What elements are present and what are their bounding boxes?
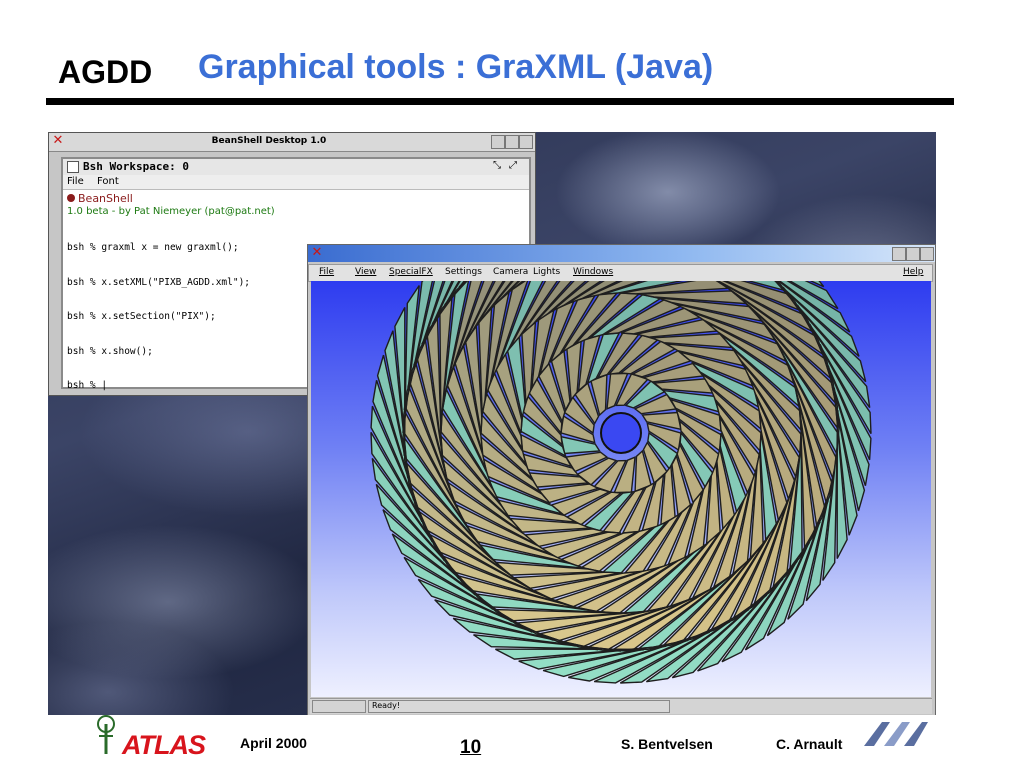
iconify-icon[interactable]: ⤡ xyxy=(493,160,501,171)
desktop-screenshot: ✕ BeanShell Desktop 1.0 Bsh Workspace: 0… xyxy=(48,132,936,715)
console-line: bsh % x.setXML("PIXB_AGDD.xml"); xyxy=(67,276,251,288)
lal-logo xyxy=(864,722,928,746)
bean-icon xyxy=(67,194,75,202)
slide-title: Graphical tools : GraXML (Java) xyxy=(198,48,714,86)
atlas-logo: ATLAS xyxy=(122,730,206,760)
status-message-box: Ready! xyxy=(368,700,670,713)
maximize-button[interactable] xyxy=(906,247,920,261)
graxml-titlebar[interactable]: ✕ xyxy=(308,245,935,262)
console-output[interactable]: bsh % graxml x = new graxml(); bsh % x.s… xyxy=(67,219,250,415)
console-line: bsh % graxml x = new graxml(); xyxy=(67,242,239,253)
console-line: bsh % x.show(); xyxy=(67,345,153,357)
footer-date: April 2000 xyxy=(240,735,307,751)
maximize-button[interactable] xyxy=(505,135,519,149)
menu-file[interactable]: File xyxy=(319,267,334,277)
status-text: Ready! xyxy=(372,701,401,710)
menu-camera[interactable]: Camera xyxy=(493,267,528,277)
status-cell xyxy=(312,700,366,713)
window-close-icon[interactable]: ✕ xyxy=(310,246,324,260)
title-rule xyxy=(46,98,954,105)
close-button[interactable] xyxy=(920,247,934,261)
console-line: bsh % x.setSection("PIX"); xyxy=(67,311,216,322)
beam-pipe-hole xyxy=(600,412,642,454)
page-number: 10 xyxy=(460,737,482,758)
menu-view[interactable]: View xyxy=(355,267,376,277)
console-prompt: bsh % | xyxy=(67,380,108,391)
pixel-detector-render xyxy=(370,281,872,684)
footer-author-2: C. Arnault xyxy=(776,736,843,752)
beanshell-titlebar[interactable]: ✕ BeanShell Desktop 1.0 xyxy=(49,133,535,152)
menu-lights[interactable]: Lights xyxy=(533,267,560,277)
menu-help[interactable]: Help xyxy=(903,267,924,277)
beanshell-window-title: BeanShell Desktop 1.0 xyxy=(211,136,327,146)
minimize-button[interactable] xyxy=(491,135,505,149)
workspace-menu-icon[interactable] xyxy=(67,161,79,173)
menu-file[interactable]: File xyxy=(67,176,84,187)
atlas-figure-icon xyxy=(97,715,115,754)
workspace-menubar: File Font xyxy=(63,175,529,190)
menu-specialfx[interactable]: SpecialFX xyxy=(389,267,433,277)
console-version: 1.0 beta - by Pat Niemeyer (pat@pat.net) xyxy=(67,206,275,217)
console-brand: BeanShell xyxy=(78,192,133,205)
workspace-title: Bsh Workspace: 0 xyxy=(83,160,189,173)
header-agdd: AGDD xyxy=(58,54,153,90)
footer-author-1: S. Bentvelsen xyxy=(621,736,713,752)
menu-font[interactable]: Font xyxy=(97,176,119,187)
status-bar: Ready! xyxy=(310,698,932,714)
menu-windows[interactable]: Windows xyxy=(573,267,613,277)
workspace-titlebar[interactable]: Bsh Workspace: 0 ⤡ ⤢ xyxy=(63,159,529,176)
graxml-window: ✕ File View SpecialFX Settings Camera Li… xyxy=(307,244,936,715)
menu-settings[interactable]: Settings xyxy=(445,267,482,277)
graxml-menubar: File View SpecialFX Settings Camera Ligh… xyxy=(308,264,933,282)
maximize-icon[interactable]: ⤢ xyxy=(509,160,517,171)
minimize-button[interactable] xyxy=(892,247,906,261)
3d-viewport[interactable] xyxy=(311,281,931,697)
close-button[interactable] xyxy=(519,135,533,149)
